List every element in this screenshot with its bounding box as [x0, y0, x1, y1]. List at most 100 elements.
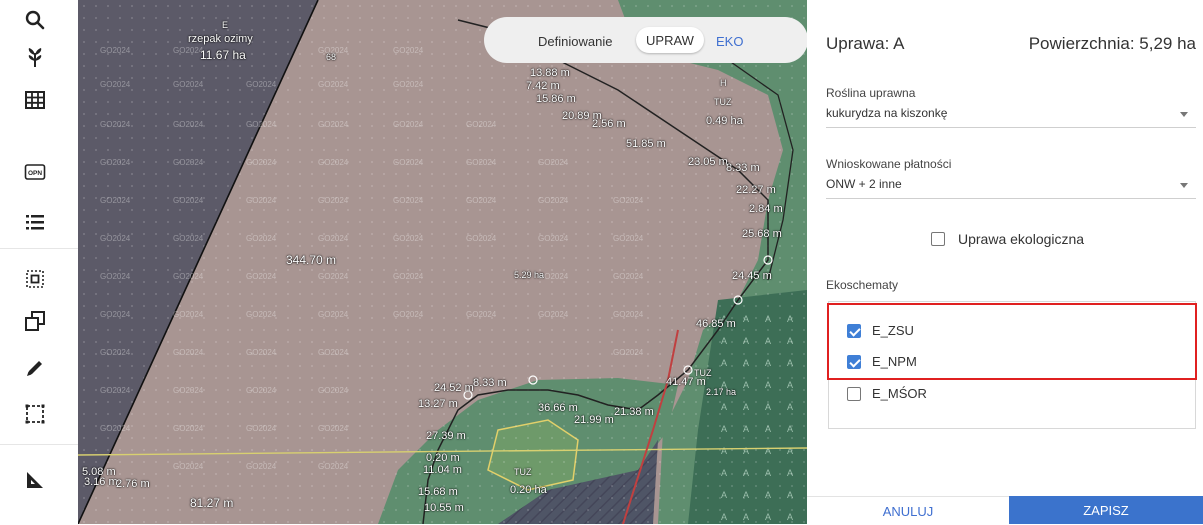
select-area-icon [26, 270, 44, 288]
tuz2-label: TUZ [514, 467, 532, 477]
map-watermark: GO2024 [318, 386, 349, 395]
map-watermark: GO2024 [318, 310, 349, 319]
payments-select[interactable]: ONW + 2 inne [826, 177, 902, 191]
map-watermark: GO2024 [318, 158, 349, 167]
map-watermark: GO2024 [173, 158, 204, 167]
measurement-label: 11.04 m [423, 464, 462, 476]
map-view[interactable]: A GO2024 GO2024 GO2024 GO2024 G [78, 0, 807, 524]
mode-eko-button[interactable]: EKO [716, 34, 743, 49]
measurement-label: 24.52 m [434, 382, 474, 394]
copy-shape-tool-button[interactable] [15, 301, 55, 341]
crop-tool-button[interactable] [15, 37, 55, 77]
map-watermark: GO2024 [173, 120, 204, 129]
map-watermark: GO2024 [466, 234, 497, 243]
toolbar-divider [0, 444, 78, 445]
map-watermark: GO2024 [538, 158, 569, 167]
mode-upraw-button[interactable]: UPRAW [636, 27, 704, 53]
measurement-label: 13.27 m [418, 398, 458, 410]
edit-tool-button[interactable] [15, 348, 55, 388]
measurement-label: 21.99 m [574, 414, 614, 426]
measurement-label: 7.42 m [526, 80, 560, 92]
mode-switch-label: Definiowanie [538, 34, 613, 49]
crop-details-panel: Uprawa: A Powierzchnia: 5,29 ha Roślina … [807, 0, 1203, 525]
map-watermark: GO2024 [246, 424, 277, 433]
parcel-h-crop: TUZ [714, 97, 732, 107]
map-watermark: GO2024 [173, 462, 204, 471]
eco-farming-checkbox[interactable] [931, 232, 945, 246]
map-watermark: GO2024 [173, 272, 204, 281]
opn-tool-button[interactable]: OPN [15, 152, 55, 192]
ekoschemat-e-msor-checkbox[interactable] [847, 387, 861, 401]
map-watermark: GO2024 [466, 196, 497, 205]
map-watermark: GO2024 [466, 310, 497, 319]
map-watermark: GO2024 [100, 386, 131, 395]
map-watermark: GO2024 [538, 196, 569, 205]
map-watermark: GO2024 [393, 196, 424, 205]
crop-dropdown-arrow-icon[interactable] [1180, 112, 1188, 117]
measurement-label: 36.66 m [538, 402, 578, 414]
panel-area: Powierzchnia: 5,29 ha [1028, 34, 1196, 53]
frame-icon [25, 404, 45, 424]
map-watermark: GO2024 [393, 120, 424, 129]
select-area-tool-button[interactable] [15, 259, 55, 299]
map-watermark: GO2024 [318, 234, 349, 243]
map-watermark: GO2024 [100, 424, 131, 433]
frame-tool-button[interactable] [15, 394, 55, 434]
map-watermark: GO2024 [613, 234, 644, 243]
map-watermark: GO2024 [613, 196, 644, 205]
plant-icon [28, 48, 42, 67]
map-watermark: GO2024 [173, 46, 204, 55]
opn-icon: OPN [24, 164, 46, 180]
measurement-label: 24.45 m [732, 270, 772, 282]
map-watermark: GO2024 [393, 158, 424, 167]
search-icon [25, 10, 45, 30]
measurement-label: 25.68 m [742, 228, 782, 240]
measurement-label: 21.38 m [614, 406, 654, 418]
parcel-h-area: 0.49 ha [706, 115, 743, 127]
map-watermark: GO2024 [100, 46, 131, 55]
cancel-button[interactable]: ANULUJ [807, 496, 1009, 525]
map-watermark: GO2024 [100, 272, 131, 281]
measurement-label: 3.16 m [84, 476, 118, 488]
payments-dropdown-arrow-icon[interactable] [1180, 183, 1188, 188]
map-watermark: GO2024 [246, 196, 277, 205]
pencil-icon [27, 361, 42, 376]
toolbar-divider [0, 248, 78, 249]
map-watermark: GO2024 [100, 310, 131, 319]
crop-select[interactable]: kukurydza na kiszonkę [826, 106, 947, 120]
map-watermark: GO2024 [318, 196, 349, 205]
measurement-label: 2.56 m [592, 118, 626, 130]
ekoschemat-e-msor-label: E_MŚOR [872, 386, 927, 401]
measurement-label: 0.20 m [426, 452, 460, 464]
measurement-label: 2.84 m [749, 203, 783, 215]
map-watermark: GO2024 [246, 120, 277, 129]
measurement-label: 41.47 m [666, 376, 706, 388]
map-watermark: GO2024 [246, 80, 277, 89]
search-tool-button[interactable] [15, 0, 55, 40]
map-watermark: GO2024 [613, 348, 644, 357]
map-watermark: GO2024 [246, 462, 277, 471]
measure-tool-button[interactable] [15, 460, 55, 500]
map-watermark: GO2024 [466, 158, 497, 167]
map-watermark: GO2024 [613, 272, 644, 281]
measurement-label: 27.39 m [426, 430, 466, 442]
map-watermark: GO2024 [538, 234, 569, 243]
map-watermark: GO2024 [393, 310, 424, 319]
measurement-label: 51.85 m [626, 138, 666, 150]
map-watermark: GO2024 [466, 120, 497, 129]
grid-tool-button[interactable] [15, 80, 55, 120]
map-watermark: GO2024 [246, 234, 277, 243]
map-watermark: GO2024 [246, 310, 277, 319]
save-button[interactable]: ZAPISZ [1009, 496, 1203, 524]
map-watermark: GO2024 [613, 310, 644, 319]
list-tool-button[interactable] [15, 202, 55, 242]
ruler-icon [27, 472, 43, 488]
map-watermark: GO2024 [173, 348, 204, 357]
tuz-area: 2.17 ha [706, 387, 737, 397]
measurement-label: 13.88 m [530, 67, 570, 79]
map-watermark: GO2024 [173, 80, 204, 89]
map-watermark: GO2024 [393, 272, 424, 281]
parcel-h-letter: H [720, 78, 727, 88]
measurement-label: 10.55 m [424, 502, 464, 514]
map-watermark: GO2024 [246, 348, 277, 357]
